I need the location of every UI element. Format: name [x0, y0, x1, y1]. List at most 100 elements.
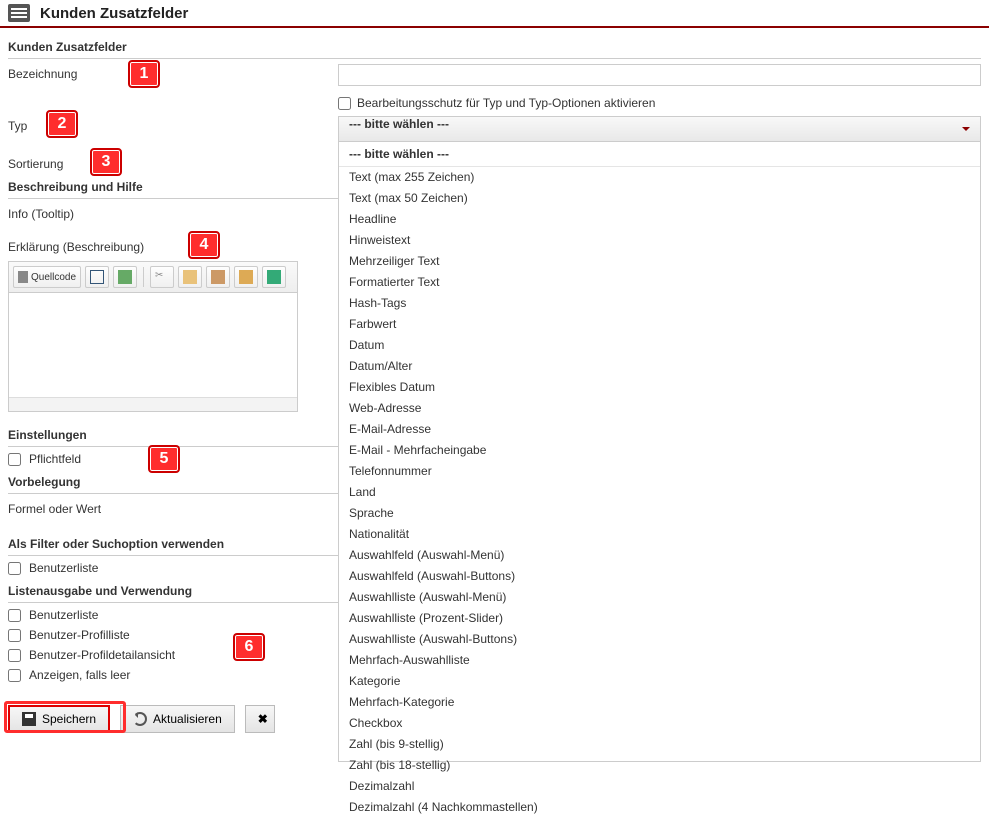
typ-option[interactable]: Auswahlliste (Prozent-Slider) [339, 608, 980, 629]
annotation-marker-3: 3 [90, 148, 122, 176]
out-anzeigen-leer-checkbox[interactable] [8, 669, 21, 682]
editor-cut-button[interactable]: ✂ [150, 266, 174, 288]
page-title: Kunden Zusatzfelder [40, 5, 188, 22]
protect-checkbox-wrap[interactable]: Bearbeitungsschutz für Typ und Typ-Optio… [338, 92, 981, 110]
typ-option[interactable]: E-Mail - Mehrfacheingabe [339, 440, 980, 461]
typ-dropdown-panel: --- bitte wählen --- Text (max 255 Zeich… [338, 142, 981, 762]
label-bezeichnung: Bezeichnung [8, 67, 77, 81]
typ-option[interactable]: Dezimalzahl [339, 776, 980, 797]
label-filter-benutzerliste: Benutzerliste [29, 561, 98, 575]
templates-icon [118, 270, 132, 284]
pflichtfeld-checkbox[interactable] [8, 453, 21, 466]
row-bezeichnung: Bezeichnung 1 [8, 61, 981, 89]
row-typ: Typ 2 --- bitte wählen --- --- bitte wäh… [8, 113, 981, 145]
row-protect: Bearbeitungsschutz für Typ und Typ-Optio… [8, 89, 981, 113]
save-label: Speichern [42, 712, 96, 726]
typ-option[interactable]: Text (max 50 Zeichen) [339, 188, 980, 209]
typ-option[interactable]: Auswahlfeld (Auswahl-Buttons) [339, 566, 980, 587]
editor-source-label: Quellcode [31, 272, 76, 283]
typ-option[interactable]: Mehrfach-Kategorie [339, 692, 980, 713]
label-formel: Formel oder Wert [8, 502, 101, 516]
typ-option[interactable]: Auswahlliste (Auswahl-Buttons) [339, 629, 980, 650]
close-icon: ✖ [258, 712, 268, 726]
toolbar-separator [143, 267, 144, 287]
pastetext-icon [239, 270, 253, 284]
refresh-button[interactable]: Aktualisieren [120, 705, 235, 733]
typ-option[interactable]: Farbwert [339, 314, 980, 335]
typ-option[interactable]: Checkbox [339, 713, 980, 734]
editor-body[interactable] [9, 293, 297, 397]
protect-label: Bearbeitungsschutz für Typ und Typ-Optio… [357, 96, 655, 110]
source-icon [18, 271, 28, 283]
paste-icon [211, 270, 225, 284]
label-out-anzeigen-leer: Anzeigen, falls leer [29, 668, 130, 682]
annotation-marker-2: 2 [46, 110, 78, 138]
refresh-label: Aktualisieren [153, 712, 222, 726]
label-out-benutzerliste: Benutzerliste [29, 608, 98, 622]
out-profilliste-checkbox[interactable] [8, 629, 21, 642]
typ-option[interactable]: Kategorie [339, 671, 980, 692]
label-typ: Typ [8, 119, 27, 133]
editor-source-button[interactable]: Quellcode [13, 266, 81, 288]
typ-option[interactable]: Auswahlfeld (Auswahl-Menü) [339, 545, 980, 566]
typ-option[interactable]: E-Mail-Adresse [339, 419, 980, 440]
out-profildetail-checkbox[interactable] [8, 649, 21, 662]
label-erklaerung: Erklärung (Beschreibung) [8, 240, 144, 254]
annotation-marker-5: 5 [148, 445, 180, 473]
save-button[interactable]: Speichern [8, 705, 110, 733]
save-icon [22, 712, 36, 726]
typ-option[interactable]: Hash-Tags [339, 293, 980, 314]
typ-dropdown[interactable]: --- bitte wählen --- [338, 116, 981, 142]
typ-option[interactable]: Zahl (bis 9-stellig) [339, 734, 980, 755]
editor-maximize-button[interactable] [85, 266, 109, 288]
typ-option[interactable]: Web-Adresse [339, 398, 980, 419]
typ-option[interactable]: Text (max 255 Zeichen) [339, 167, 980, 188]
page-header: Kunden Zusatzfelder [0, 0, 989, 28]
typ-option[interactable]: Auswahlliste (Auswahl-Menü) [339, 587, 980, 608]
content: Kunden Zusatzfelder Bezeichnung 1 Bearbe… [0, 28, 989, 739]
cancel-button[interactable]: ✖ A [245, 705, 275, 733]
typ-dropdown-value: --- bitte wählen --- [349, 117, 449, 131]
typ-option[interactable]: Land [339, 482, 980, 503]
copy-icon [183, 270, 197, 284]
typ-option[interactable]: Hinweistext [339, 230, 980, 251]
typ-option[interactable]: Datum [339, 335, 980, 356]
editor-footer [9, 397, 297, 411]
out-benutzerliste-checkbox[interactable] [8, 609, 21, 622]
label-sortierung: Sortierung [8, 157, 63, 171]
label-tooltip: Info (Tooltip) [8, 207, 74, 221]
richtext-editor: Quellcode ✂ [8, 261, 298, 412]
typ-option[interactable]: Sprache [339, 503, 980, 524]
annotation-marker-1: 1 [128, 60, 160, 88]
typ-option[interactable]: Datum/Alter [339, 356, 980, 377]
editor-pastetext-button[interactable] [234, 266, 258, 288]
pasteword-icon [267, 270, 281, 284]
editor-templates-button[interactable] [113, 266, 137, 288]
annotation-marker-4: 4 [188, 231, 220, 259]
refresh-icon [133, 712, 147, 726]
typ-option[interactable]: Nationalität [339, 524, 980, 545]
bezeichnung-input[interactable] [338, 64, 981, 86]
typ-option[interactable]: Headline [339, 209, 980, 230]
section-subtitle: Kunden Zusatzfelder [8, 34, 981, 59]
editor-paste-button[interactable] [206, 266, 230, 288]
typ-option[interactable]: Mehrfach-Auswahlliste [339, 650, 980, 671]
label-out-profildetail: Benutzer-Profildetailansicht [29, 648, 175, 662]
editor-copy-button[interactable] [178, 266, 202, 288]
module-icon [8, 4, 30, 22]
maximize-icon [90, 270, 104, 284]
typ-option[interactable]: Dezimalzahl (4 Nachkommastellen) [339, 797, 980, 818]
typ-option[interactable]: Flexibles Datum [339, 377, 980, 398]
typ-option[interactable]: Telefonnummer [339, 461, 980, 482]
typ-option-header[interactable]: --- bitte wählen --- [339, 142, 980, 167]
typ-option[interactable]: Mehrzeiliger Text [339, 251, 980, 272]
cancel-label: A [274, 712, 275, 726]
label-pflichtfeld: Pflichtfeld [29, 452, 81, 466]
label-out-profilliste: Benutzer-Profilliste [29, 628, 130, 642]
protect-checkbox[interactable] [338, 97, 351, 110]
typ-option[interactable]: Formatierter Text [339, 272, 980, 293]
editor-pasteword-button[interactable] [262, 266, 286, 288]
cut-icon: ✂ [155, 270, 169, 284]
annotation-marker-6: 6 [233, 633, 265, 661]
filter-benutzerliste-checkbox[interactable] [8, 562, 21, 575]
